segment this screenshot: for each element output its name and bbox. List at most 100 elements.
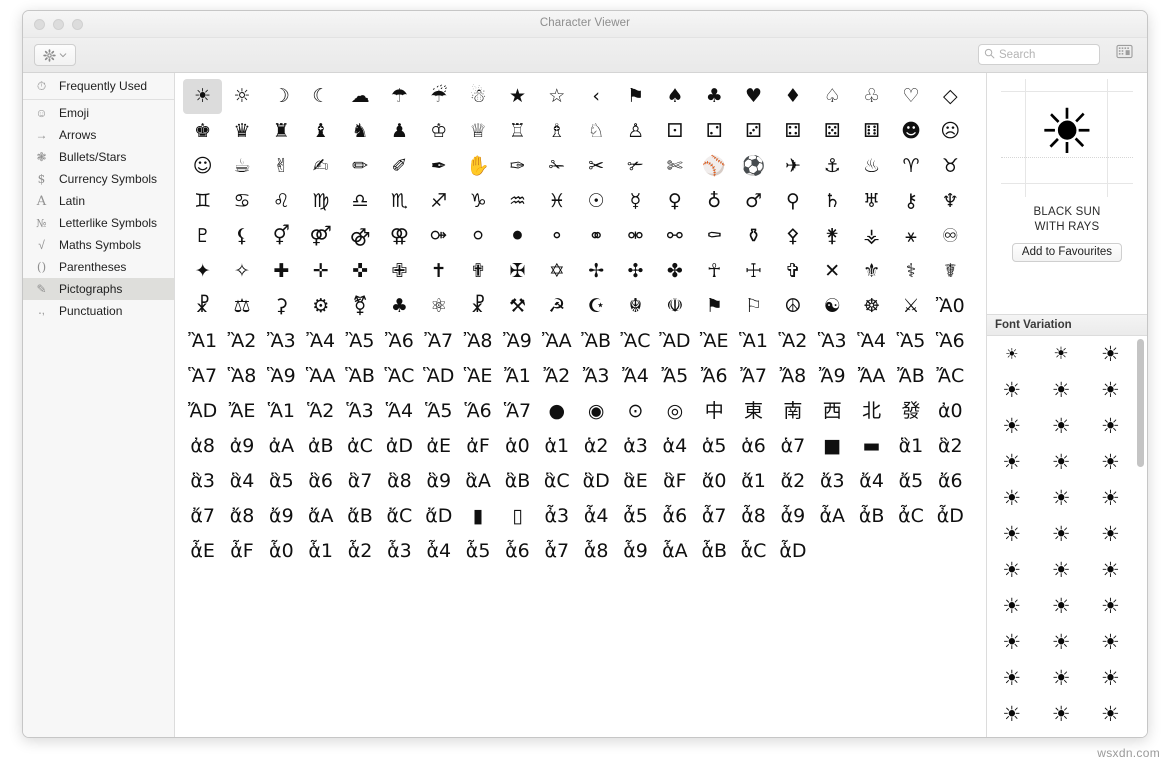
character-cell[interactable]: ἄC [380, 499, 419, 534]
font-variation-cell[interactable]: ☀ [1036, 336, 1085, 372]
character-cell[interactable]: ♂ [734, 184, 773, 219]
sidebar-item-latin[interactable]: A Latin [23, 190, 174, 212]
character-cell[interactable]: ⚁ [695, 114, 734, 149]
character-cell[interactable]: ‹ [576, 79, 615, 114]
character-cell[interactable]: ἇ5 [458, 534, 497, 569]
character-cell[interactable]: ☧ [183, 289, 222, 324]
character-cell[interactable]: ἄ9 [262, 499, 301, 534]
character-cell[interactable]: ἇC [734, 534, 773, 569]
character-cell[interactable]: ♤ [813, 79, 852, 114]
character-cell[interactable]: Ἅ2 [301, 394, 340, 429]
character-cell[interactable]: Ἃ6 [931, 324, 970, 359]
character-cell[interactable]: ★ [498, 79, 537, 114]
character-cell[interactable]: ☯ [813, 289, 852, 324]
character-cell[interactable]: ⚱ [734, 219, 773, 254]
character-cell[interactable]: ἃB [498, 464, 537, 499]
character-cell[interactable]: ⚣ [340, 219, 379, 254]
character-cell[interactable]: ⚴ [773, 219, 812, 254]
character-cell[interactable]: ☻ [891, 114, 930, 149]
character-cell[interactable]: ἌC [931, 359, 970, 394]
character-cell[interactable]: ✢ [576, 254, 615, 289]
character-cell[interactable]: ✌ [262, 149, 301, 184]
keyboard-view-button[interactable] [1113, 43, 1135, 65]
character-cell[interactable]: ♍ [301, 184, 340, 219]
character-cell[interactable]: ἄA [301, 499, 340, 534]
character-cell[interactable]: ἇ3 [380, 534, 419, 569]
font-variation-cell[interactable]: ☀ [1036, 408, 1085, 444]
character-cell[interactable]: ἃ9 [419, 464, 458, 499]
character-cell[interactable]: ☕ [222, 149, 261, 184]
add-to-favourites-button[interactable]: Add to Favourites [1011, 243, 1123, 262]
font-variation-cell[interactable]: ☀ [1086, 660, 1135, 696]
character-cell[interactable]: ✛ [301, 254, 340, 289]
sidebar-item-currency-symbols[interactable]: $ Currency Symbols [23, 168, 174, 190]
character-cell[interactable]: ἀC [340, 429, 379, 464]
character-cell[interactable]: ἁ2 [576, 429, 615, 464]
character-cell[interactable]: ἊB [576, 324, 615, 359]
character-cell[interactable]: ἃ7 [340, 464, 379, 499]
character-cell[interactable]: Ἃ9 [262, 359, 301, 394]
character-cell[interactable]: ⚵ [813, 219, 852, 254]
character-cell[interactable]: ♞ [340, 114, 379, 149]
character-cell[interactable]: ⚥ [262, 219, 301, 254]
character-cell[interactable]: ἇ4 [419, 534, 458, 569]
font-variation-cell[interactable]: ☀ [1036, 444, 1085, 480]
character-cell[interactable]: ⚙ [301, 289, 340, 324]
character-cell[interactable]: ✁ [537, 149, 576, 184]
search-box[interactable] [978, 44, 1100, 65]
character-cell[interactable]: ἃ6 [301, 464, 340, 499]
font-variation-cell[interactable]: ☀ [987, 408, 1036, 444]
character-cell[interactable]: ☤ [931, 254, 970, 289]
character-cell[interactable]: ♨ [852, 149, 891, 184]
character-cell[interactable]: Ἄ9 [813, 359, 852, 394]
character-cell[interactable]: ♎ [340, 184, 379, 219]
character-cell[interactable]: ⚽ [734, 149, 773, 184]
character-cell[interactable]: ♓ [537, 184, 576, 219]
character-cell[interactable]: ♅ [852, 184, 891, 219]
font-variation-cell[interactable]: ☀ [987, 516, 1036, 552]
font-variation-cell[interactable]: ☀ [987, 552, 1036, 588]
character-cell[interactable]: ἇ8 [576, 534, 615, 569]
character-cell[interactable]: ♊ [183, 184, 222, 219]
character-cell[interactable]: ♣ [380, 289, 419, 324]
character-cell[interactable]: ✏ [340, 149, 379, 184]
character-cell[interactable]: ✟ [458, 254, 497, 289]
character-cell[interactable]: ἀE [419, 429, 458, 464]
character-cell[interactable]: ⚯ [655, 219, 694, 254]
character-cell[interactable]: ☿ [616, 184, 655, 219]
character-cell[interactable]: ☉ [576, 184, 615, 219]
character-cell[interactable]: Ἄ2 [537, 359, 576, 394]
character-cell[interactable]: ἋD [419, 359, 458, 394]
character-cell[interactable]: Ἃ1 [734, 324, 773, 359]
character-cell[interactable]: Ἅ3 [340, 394, 379, 429]
character-cell[interactable]: ἁ6 [734, 429, 773, 464]
character-cell[interactable]: Ἂ5 [340, 324, 379, 359]
character-cell[interactable]: ▮ [458, 499, 497, 534]
character-cell[interactable]: ⚭ [576, 219, 615, 254]
character-cell[interactable]: Ἂ0 [931, 289, 970, 324]
character-cell[interactable]: ⚓ [813, 149, 852, 184]
font-variation-cell[interactable]: ☀ [987, 444, 1036, 480]
character-cell[interactable]: ☾ [301, 79, 340, 114]
character-cell[interactable]: ἆD [931, 499, 970, 534]
character-cell[interactable]: ☃ [458, 79, 497, 114]
character-cell[interactable]: ✝ [419, 254, 458, 289]
character-cell[interactable]: ἇA [655, 534, 694, 569]
character-cell[interactable]: ✒ [419, 149, 458, 184]
character-cell[interactable]: ♆ [931, 184, 970, 219]
character-cell[interactable]: ⚐ [734, 289, 773, 324]
character-cell[interactable]: ✃ [616, 149, 655, 184]
font-variation-cell[interactable]: ☀ [1036, 552, 1085, 588]
character-cell[interactable]: ἀ9 [222, 429, 261, 464]
character-cell[interactable]: ἀA [262, 429, 301, 464]
character-cell[interactable]: ♚ [183, 114, 222, 149]
character-cell[interactable]: ♀ [655, 184, 694, 219]
font-variation-body[interactable]: ☀ ☀ ☀ ☀ ☀ ☀ ☀ ☀ ☀ ☀ ☀ ☀ ☀ ☀ ☀ ☀ ☀ ☀ ☀ ☀ ☀ ☀ ☀ ☀ ☀ ☀ ☀ ☀ ☀ ☀ ☀ ☀ ☀ [987, 336, 1147, 737]
character-cell[interactable]: ♕ [458, 114, 497, 149]
character-cell[interactable]: ♣ [695, 79, 734, 114]
character-cell[interactable]: ⚤ [301, 219, 340, 254]
font-variation-cell[interactable]: ☀ [1036, 696, 1085, 732]
character-cell[interactable]: ἇ6 [498, 534, 537, 569]
character-cell[interactable]: Ἂ1 [183, 324, 222, 359]
character-cell[interactable]: ⚸ [222, 219, 261, 254]
